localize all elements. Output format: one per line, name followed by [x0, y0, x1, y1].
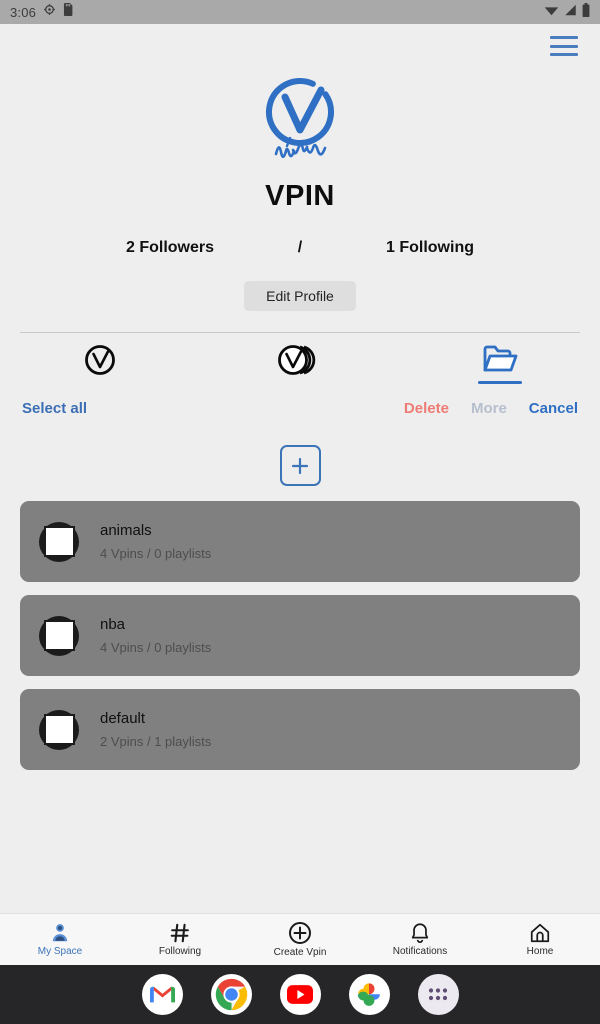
tab-vpins-underline — [78, 383, 122, 386]
folder-title: animals — [100, 522, 152, 539]
edit-profile-button[interactable]: Edit Profile — [244, 281, 356, 311]
nav-label-notifications: Notifications — [392, 946, 448, 957]
settings-icon — [43, 3, 56, 21]
youtube-icon[interactable] — [279, 974, 321, 1015]
plus-circle-icon — [289, 922, 311, 944]
content-tabs — [0, 343, 600, 386]
more-button[interactable]: More — [471, 400, 507, 417]
delete-button[interactable]: Delete — [404, 400, 449, 417]
select-all-button[interactable]: Select all — [22, 400, 87, 417]
hash-icon — [170, 923, 189, 943]
vpin-check-circle-icon — [85, 345, 115, 375]
checkbox-square-icon — [43, 714, 75, 745]
folder-checkbox[interactable] — [34, 705, 84, 755]
google-photos-icon[interactable] — [348, 974, 390, 1015]
gmail-icon[interactable] — [141, 974, 183, 1015]
folder-title: default — [100, 710, 146, 727]
page-title: VPIN — [265, 180, 335, 212]
folder-open-icon — [483, 345, 518, 372]
nav-label-home: Home — [526, 946, 554, 957]
tab-playlists-underline — [278, 383, 322, 386]
folder-checkbox[interactable] — [34, 517, 84, 567]
status-bar-left: 3:06 — [10, 3, 74, 21]
followers-count[interactable]: 2 Followers — [70, 239, 270, 257]
sdcard-icon — [63, 3, 74, 21]
folder-text: nba 4 Vpins / 0 playlists — [100, 616, 211, 655]
app-top-bar — [0, 24, 600, 68]
section-divider — [20, 332, 580, 333]
selection-action-bar: Select all Delete More Cancel — [0, 400, 600, 417]
following-count[interactable]: 1 Following — [330, 239, 530, 257]
table-row[interactable]: nba 4 Vpins / 0 playlists — [20, 595, 580, 676]
home-icon — [530, 923, 550, 943]
folder-list: animals 4 Vpins / 0 playlists nba 4 Vpin… — [0, 501, 600, 770]
table-row[interactable]: default 2 Vpins / 1 playlists — [20, 689, 580, 770]
plus-icon — [291, 457, 309, 474]
app-drawer-icon[interactable] — [417, 974, 459, 1015]
edit-profile-row: Edit Profile — [0, 281, 600, 311]
nav-label-create-vpin: Create Vpin — [273, 947, 327, 958]
nav-item-my-space[interactable]: My Space — [0, 922, 120, 957]
nav-item-notifications[interactable]: Notifications — [360, 922, 480, 957]
nav-item-create-vpin[interactable]: Create Vpin — [240, 921, 360, 958]
bell-icon — [411, 923, 429, 944]
tab-playlists[interactable] — [200, 343, 400, 386]
wifi-icon — [544, 3, 559, 21]
nav-item-following[interactable]: Following — [120, 922, 240, 957]
vpin-stack-icon — [278, 345, 316, 375]
table-row[interactable]: animals 4 Vpins / 0 playlists — [20, 501, 580, 582]
android-dock — [0, 965, 600, 1024]
folder-subtitle: 4 Vpins / 0 playlists — [100, 546, 212, 561]
nav-label-following: Following — [158, 946, 202, 957]
folder-subtitle: 4 Vpins / 0 playlists — [100, 640, 212, 655]
app-content: VPIN 2 Followers / 1 Following Edit Prof… — [0, 24, 600, 913]
tab-folders[interactable] — [400, 343, 600, 384]
checkbox-square-icon — [43, 526, 75, 557]
signal-icon — [564, 3, 577, 21]
folder-checkbox[interactable] — [34, 611, 84, 661]
tab-vpins[interactable] — [0, 343, 200, 386]
selection-actions-right: Delete More Cancel — [404, 400, 578, 417]
tab-folders-underline — [478, 381, 522, 384]
folder-subtitle: 2 Vpins / 1 playlists — [100, 734, 212, 749]
bottom-navigation: My Space Following Create Vpin Notificat… — [0, 913, 600, 965]
status-bar-right — [544, 2, 590, 22]
cancel-button[interactable]: Cancel — [529, 400, 578, 417]
folder-title: nba — [100, 616, 126, 633]
stats-separator: / — [297, 239, 303, 256]
profile-stats: 2 Followers / 1 Following — [0, 239, 600, 257]
brand-logo-wrap — [0, 70, 600, 170]
hamburger-menu-icon[interactable] — [550, 36, 578, 56]
nav-label-my-space: My Space — [37, 946, 83, 957]
add-folder-button[interactable] — [279, 445, 321, 486]
nav-item-home[interactable]: Home — [480, 922, 600, 957]
folder-text: default 2 Vpins / 1 playlists — [100, 710, 211, 749]
chrome-icon[interactable] — [210, 974, 252, 1015]
battery-icon — [582, 2, 590, 22]
status-bar-clock: 3:06 — [10, 4, 37, 20]
person-icon — [52, 924, 68, 942]
checkbox-square-icon — [43, 620, 75, 651]
folder-text: animals 4 Vpins / 0 playlists — [100, 522, 211, 561]
add-folder-row — [0, 445, 600, 486]
vpin-logo — [266, 78, 334, 159]
phone-screen: 3:06 VPIN 2 Followers / 1 Following Edit… — [0, 0, 600, 1024]
status-bar: 3:06 — [0, 0, 600, 24]
